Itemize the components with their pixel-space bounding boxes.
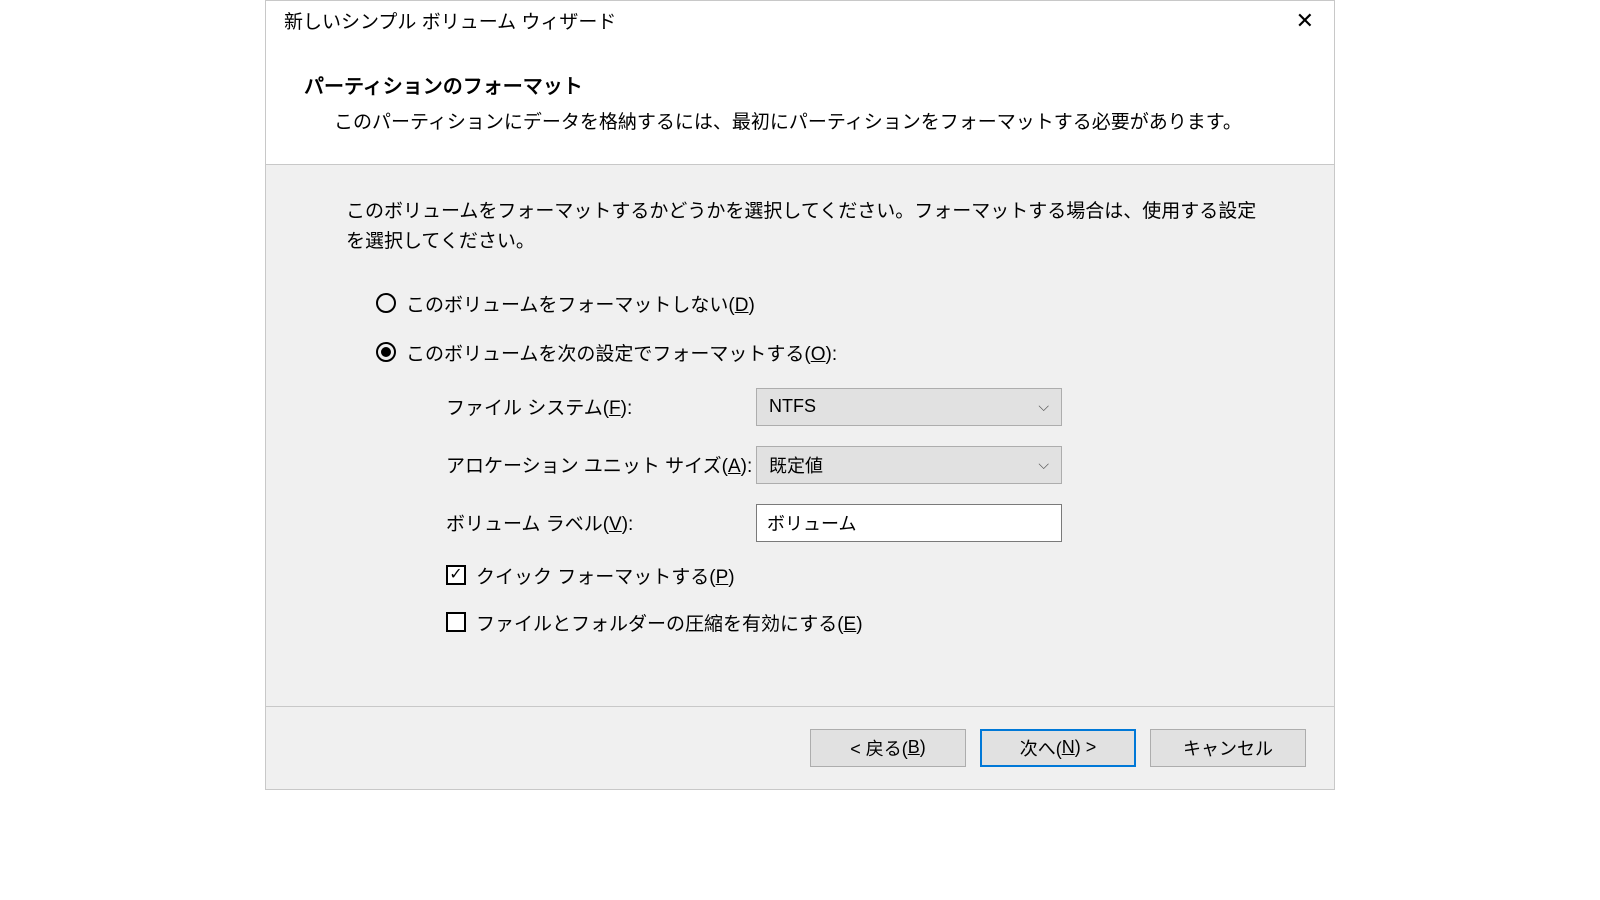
quick-format-label: クイック フォーマットする(P) bbox=[476, 562, 735, 589]
cancel-button[interactable]: キャンセル bbox=[1150, 729, 1306, 767]
filesystem-value: NTFS bbox=[769, 396, 816, 417]
radio-do-format-label: このボリュームを次の設定でフォーマットする(O): bbox=[406, 339, 837, 366]
checkbox-icon bbox=[446, 612, 466, 632]
volume-label-row: ボリューム ラベル(V): bbox=[446, 504, 1264, 542]
allocation-label: アロケーション ユニット サイズ(A): bbox=[446, 451, 756, 478]
volume-label-input[interactable] bbox=[756, 504, 1062, 542]
radio-icon bbox=[376, 293, 396, 313]
filesystem-row: ファイル システム(F): NTFS ⌵ bbox=[446, 388, 1264, 426]
format-settings: ファイル システム(F): NTFS ⌵ アロケーション ユニット サイズ(A)… bbox=[376, 388, 1264, 542]
wizard-dialog: 新しいシンプル ボリューム ウィザード ✕ パーティションのフォーマット このパ… bbox=[265, 0, 1335, 790]
instruction-text: このボリュームをフォーマットするかどうかを選択してください。フォーマットする場合… bbox=[346, 197, 1264, 258]
radio-do-format[interactable]: このボリュームを次の設定でフォーマットする(O): bbox=[376, 339, 1264, 366]
compression-label: ファイルとフォルダーの圧縮を有効にする(E) bbox=[476, 609, 863, 636]
radio-no-format[interactable]: このボリュームをフォーマットしない(D) bbox=[376, 290, 1264, 317]
checkbox-icon bbox=[446, 565, 466, 585]
format-radio-group: このボリュームをフォーマットしない(D) このボリュームを次の設定でフォーマット… bbox=[346, 290, 1264, 636]
allocation-select[interactable]: 既定値 ⌵ bbox=[756, 446, 1062, 484]
page-title: パーティションのフォーマット bbox=[304, 70, 1284, 99]
radio-icon bbox=[376, 342, 396, 362]
volume-label-label: ボリューム ラベル(V): bbox=[446, 509, 756, 536]
page-subtitle: このパーティションにデータを格納するには、最初にパーティションをフォーマットする… bbox=[304, 107, 1284, 134]
header-section: パーティションのフォーマット このパーティションにデータを格納するには、最初にパ… bbox=[266, 40, 1334, 165]
body-section: このボリュームをフォーマットするかどうかを選択してください。フォーマットする場合… bbox=[266, 165, 1334, 707]
checkbox-group: クイック フォーマットする(P) ファイルとフォルダーの圧縮を有効にする(E) bbox=[376, 562, 1264, 636]
next-button[interactable]: 次へ(N) > bbox=[980, 729, 1136, 767]
quick-format-checkbox[interactable]: クイック フォーマットする(P) bbox=[446, 562, 1264, 589]
filesystem-label: ファイル システム(F): bbox=[446, 393, 756, 420]
compression-checkbox[interactable]: ファイルとフォルダーの圧縮を有効にする(E) bbox=[446, 609, 1264, 636]
filesystem-select[interactable]: NTFS ⌵ bbox=[756, 388, 1062, 426]
chevron-down-icon: ⌵ bbox=[1038, 456, 1049, 473]
footer-section: < 戻る(B) 次へ(N) > キャンセル bbox=[266, 707, 1334, 789]
radio-no-format-label: このボリュームをフォーマットしない(D) bbox=[406, 290, 755, 317]
window-title: 新しいシンプル ボリューム ウィザード bbox=[284, 7, 616, 34]
allocation-row: アロケーション ユニット サイズ(A): 既定値 ⌵ bbox=[446, 446, 1264, 484]
chevron-down-icon: ⌵ bbox=[1038, 398, 1049, 415]
back-button[interactable]: < 戻る(B) bbox=[810, 729, 966, 767]
allocation-value: 既定値 bbox=[769, 452, 823, 478]
titlebar: 新しいシンプル ボリューム ウィザード ✕ bbox=[266, 1, 1334, 40]
close-icon[interactable]: ✕ bbox=[1286, 8, 1324, 34]
